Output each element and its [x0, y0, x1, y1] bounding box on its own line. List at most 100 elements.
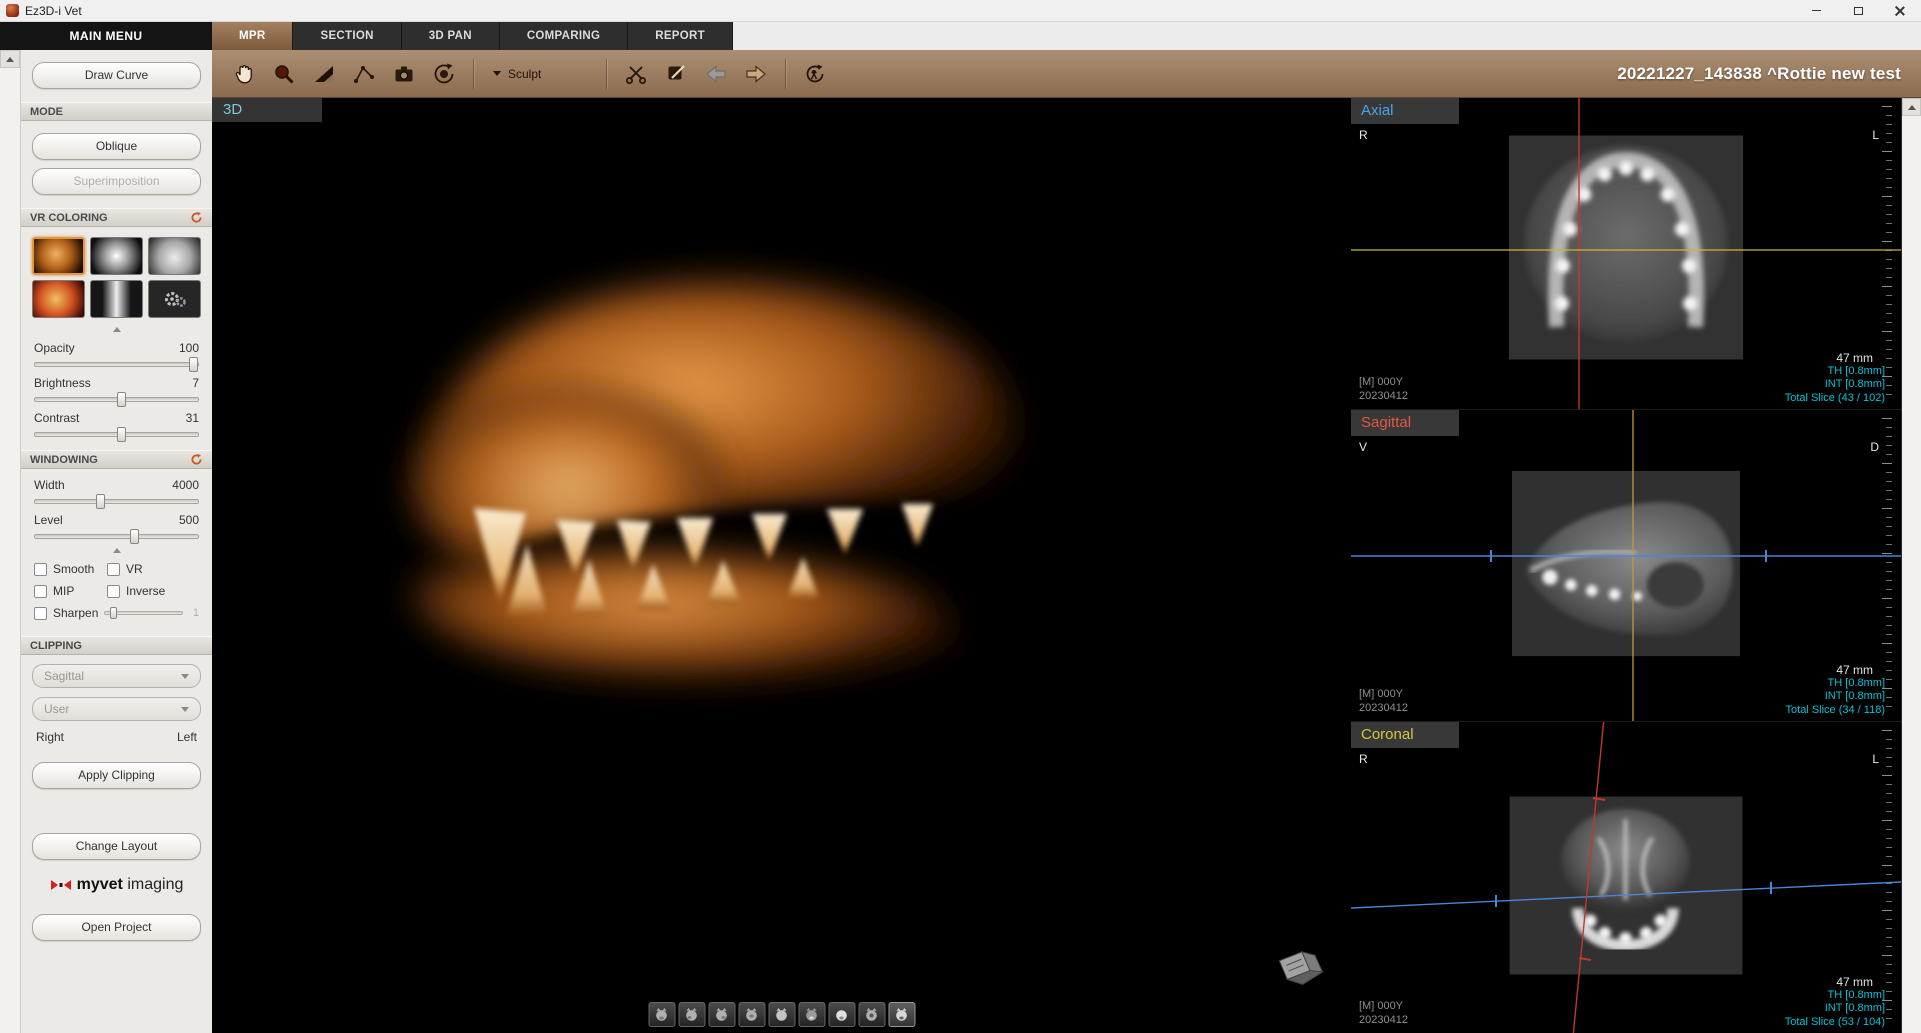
vr-collapse-toggle[interactable] — [32, 327, 201, 332]
sharpen-slider-thumb[interactable] — [110, 607, 117, 619]
record-tool-button[interactable] — [424, 54, 464, 94]
smooth-checkbox-item[interactable]: Smooth — [34, 562, 107, 576]
level-slider-row: Level 500 — [32, 513, 201, 539]
coronal-view[interactable]: Coronal — [1351, 721, 1901, 1033]
vr-checkbox[interactable] — [107, 563, 120, 576]
maximize-button[interactable] — [1837, 0, 1879, 21]
orientation-preset-button-3[interactable] — [708, 1002, 735, 1027]
coronal-crosshair-oblique-blue[interactable] — [1351, 882, 1901, 908]
vr-preset-amber[interactable] — [32, 237, 85, 275]
tab-3d-pan[interactable]: 3D PAN — [402, 22, 500, 50]
clipping-plane-select[interactable]: Sagittal — [32, 664, 201, 688]
scroll-up-button[interactable] — [1902, 98, 1921, 116]
smooth-checkbox[interactable] — [34, 563, 47, 576]
pan-tool-button[interactable] — [224, 54, 264, 94]
camera-icon — [392, 62, 416, 86]
vr-preset-tissue[interactable] — [32, 280, 85, 318]
width-slider-thumb[interactable] — [96, 494, 105, 509]
orientation-preset-button-4[interactable] — [738, 1002, 765, 1027]
coronal-marker-l: L — [1872, 752, 1879, 766]
vr-checkbox-item[interactable]: VR — [107, 562, 143, 576]
sidebar-scrollbar[interactable] — [0, 50, 21, 1033]
dog-head-icon — [654, 1008, 670, 1022]
opacity-label: Opacity — [34, 341, 75, 355]
oblique-button[interactable]: Oblique — [32, 133, 201, 160]
change-layout-button[interactable]: Change Layout — [32, 833, 201, 860]
crosshair-handle[interactable] — [1593, 798, 1605, 800]
collapse-arrow-icon — [113, 327, 121, 332]
vr-preset-gray[interactable] — [148, 237, 201, 275]
opacity-slider[interactable] — [34, 362, 199, 367]
sagittal-view[interactable]: Sagittal — [1351, 409, 1901, 721]
mark-tool-button[interactable] — [656, 54, 696, 94]
windowing-collapse-toggle[interactable] — [32, 548, 201, 553]
axial-view[interactable]: Axial — [1351, 98, 1901, 409]
orientation-preset-button-1[interactable] — [648, 1002, 675, 1027]
level-slider[interactable] — [34, 534, 199, 539]
contrast-slider[interactable] — [34, 432, 199, 437]
vr-reset-icon[interactable] — [190, 211, 203, 224]
arrow-up-icon — [6, 57, 14, 62]
vr-preset-spine[interactable] — [90, 280, 143, 318]
open-project-button[interactable]: Open Project — [32, 914, 201, 941]
sculpt-dropdown[interactable]: Sculpt — [483, 67, 551, 81]
sharpen-slider[interactable] — [104, 611, 183, 615]
draw-curve-button[interactable]: Draw Curve — [32, 62, 201, 89]
scroll-up-button[interactable] — [0, 50, 20, 68]
brightness-slider[interactable] — [34, 397, 199, 402]
cut-tool-button[interactable] — [616, 54, 656, 94]
orientation-preset-button-7[interactable] — [828, 1002, 855, 1027]
tab-comparing[interactable]: COMPARING — [500, 22, 628, 50]
tab-report[interactable]: REPORT — [628, 22, 733, 50]
inverse-checkbox-item[interactable]: Inverse — [107, 584, 165, 598]
axial-marker-r: R — [1359, 128, 1368, 142]
close-button[interactable] — [1879, 0, 1921, 21]
contrast-slider-thumb[interactable] — [117, 427, 126, 442]
sagittal-meta: [M] 000Y 20230412 — [1359, 687, 1408, 715]
tab-section[interactable]: SECTION — [293, 22, 401, 50]
toolbar-separator — [606, 59, 607, 89]
reset-sculpt-button[interactable] — [795, 54, 835, 94]
hand-icon — [232, 62, 256, 86]
zoom-tool-button[interactable] — [264, 54, 304, 94]
measure-tool-button[interactable] — [344, 54, 384, 94]
windowing-section-header: WINDOWING — [21, 450, 212, 469]
orientation-cube[interactable] — [1271, 943, 1325, 991]
clipping-mode-select[interactable]: User — [32, 697, 201, 721]
coronal-slice-info: TH [0.8mm] INT [0.8mm] Total Slice (53 /… — [1785, 989, 1885, 1030]
redo-button[interactable] — [736, 54, 776, 94]
panel-scrollbar[interactable] — [1901, 98, 1921, 1033]
level-slider-thumb[interactable] — [130, 529, 139, 544]
tab-mpr[interactable]: MPR — [212, 22, 293, 50]
coronal-crosshair-oblique-red[interactable] — [1573, 722, 1604, 1033]
vr-preset-bone[interactable] — [90, 237, 143, 275]
width-label: Width — [34, 478, 65, 492]
windowing-reset-icon[interactable] — [190, 453, 203, 466]
orientation-preset-button-6[interactable] — [798, 1002, 825, 1027]
orientation-preset-button-5[interactable] — [768, 1002, 795, 1027]
apply-clipping-button[interactable]: Apply Clipping — [32, 762, 201, 789]
contrast-label: Contrast — [34, 411, 79, 425]
opacity-slider-thumb[interactable] — [189, 357, 198, 372]
sharpen-checkbox[interactable] — [34, 607, 47, 620]
superimposition-button[interactable]: Superimposition — [32, 168, 201, 195]
level-value: 500 — [179, 513, 199, 527]
inverse-checkbox[interactable] — [107, 585, 120, 598]
orientation-preset-button-9[interactable] — [888, 1002, 915, 1027]
windowing-tool-button[interactable] — [304, 54, 344, 94]
orientation-preset-button-2[interactable] — [678, 1002, 705, 1027]
orientation-preset-button-8[interactable] — [858, 1002, 885, 1027]
sharpen-checkbox-item[interactable]: Sharpen — [34, 606, 98, 620]
minimize-button[interactable] — [1795, 0, 1837, 21]
width-slider[interactable] — [34, 499, 199, 504]
brand-logo: myvet imaging — [32, 876, 201, 894]
capture-tool-button[interactable] — [384, 54, 424, 94]
sidebar: Draw Curve MODE Oblique Superimposition … — [21, 50, 212, 1033]
brightness-slider-thumb[interactable] — [117, 392, 126, 407]
mip-checkbox[interactable] — [34, 585, 47, 598]
vr-preset-settings[interactable] — [148, 280, 201, 318]
coronal-view-label: Coronal — [1351, 722, 1459, 748]
undo-button[interactable] — [696, 54, 736, 94]
viewport-3d[interactable]: 3D — [212, 98, 1351, 1033]
mip-checkbox-item[interactable]: MIP — [34, 584, 107, 598]
